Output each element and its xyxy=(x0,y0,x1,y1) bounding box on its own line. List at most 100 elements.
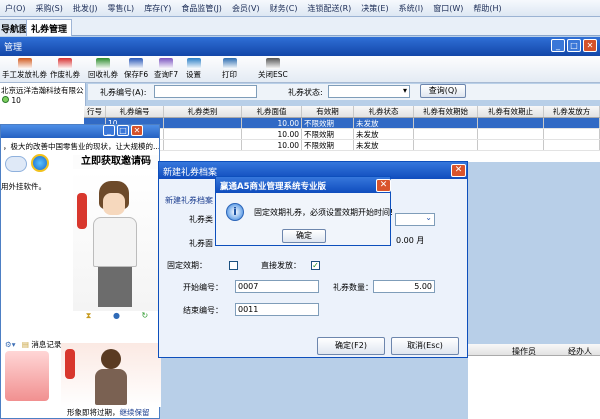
query-button[interactable]: 查询(Q) xyxy=(420,84,466,98)
close-button[interactable]: ✕ xyxy=(451,164,466,177)
refresh-icon[interactable]: ↻ xyxy=(142,311,149,325)
toolbar-button-2[interactable]: 回收礼券 xyxy=(88,58,118,80)
toolbar-icon xyxy=(222,58,237,69)
table-row[interactable]: 1010.00不限效期未发放 xyxy=(84,129,600,140)
coupon-status-label: 礼券状态: xyxy=(288,88,323,97)
logo-icon[interactable] xyxy=(31,154,49,172)
toolbar-button-7[interactable]: 关闭ESC xyxy=(258,58,288,80)
toolbar-button-label: 打印 xyxy=(222,70,237,79)
menu-item-6[interactable]: 会员(V) xyxy=(227,3,265,14)
coupon-type-select[interactable]: ⌄ xyxy=(395,213,435,226)
menu-item-12[interactable]: 帮助(H) xyxy=(468,3,506,14)
menu-item-4[interactable]: 库存(Y) xyxy=(139,3,176,14)
minimize-button[interactable]: _ xyxy=(103,125,115,136)
table-cell xyxy=(414,129,478,139)
menu-item-2[interactable]: 批发(J) xyxy=(68,3,103,14)
expire-notice: 形象即将过期，继续保留 xyxy=(67,408,150,417)
toolbar-button-label: 关闭ESC xyxy=(258,70,288,79)
minimize-button[interactable]: _ xyxy=(551,39,565,52)
coupon-code-input[interactable] xyxy=(154,85,257,98)
end-number-input[interactable]: 0011 xyxy=(235,303,319,316)
menu-item-0[interactable]: 户(O) xyxy=(0,3,31,14)
menu-item-7[interactable]: 财务(C) xyxy=(265,3,303,14)
column-header[interactable]: 行号 xyxy=(84,106,106,117)
close-button[interactable]: ✕ xyxy=(376,179,391,192)
avatar-tools: ⧗ ● ↻ xyxy=(75,311,159,325)
table-cell: 不限效期 xyxy=(302,129,354,139)
close-button[interactable]: ✕ xyxy=(583,39,597,52)
menu-item-3[interactable]: 零售(L) xyxy=(102,3,139,14)
table-cell xyxy=(414,140,478,150)
direct-issue-checkbox[interactable]: ✓ xyxy=(311,261,320,270)
avatar-promo[interactable] xyxy=(61,343,161,407)
person-icon[interactable]: ● xyxy=(113,311,120,325)
face-value-field[interactable]: 0.00 月 xyxy=(396,235,424,246)
history-icon[interactable]: ▤ xyxy=(22,340,29,349)
toolbar-button-3[interactable]: 保存F6 xyxy=(124,58,148,80)
toolbar-button-4[interactable]: 查询F7 xyxy=(154,58,178,80)
table-cell xyxy=(544,140,600,150)
settings-icon[interactable]: ⚙▾ xyxy=(5,340,16,349)
quantity-label: 礼券数量： xyxy=(333,283,373,292)
renew-link[interactable]: 继续保留 xyxy=(120,408,150,417)
column-header[interactable]: 礼券类别 xyxy=(164,106,242,117)
message-history-link[interactable]: 消息记录 xyxy=(31,340,61,349)
confirm-button[interactable]: 确定(F2) xyxy=(317,337,385,355)
maximize-button[interactable]: □ xyxy=(567,39,581,52)
toolbar-button-6[interactable]: 打印 xyxy=(222,58,237,80)
table-cell xyxy=(414,118,478,128)
table-row[interactable]: 1010.00不限效期未发放 xyxy=(84,140,600,151)
fixed-term-checkbox[interactable] xyxy=(229,261,238,270)
close-button[interactable]: ✕ xyxy=(131,125,143,136)
column-header[interactable]: 礼券有效期始 xyxy=(414,106,478,117)
messenger-window[interactable]: _ □ ✕ ，极大的改善中国零售业的现状，让大规模的... 用外挂软件。 立即获… xyxy=(0,124,161,419)
invite-banner[interactable]: 立即获取邀请码 xyxy=(73,155,159,169)
table-cell: 未发放 xyxy=(354,118,414,128)
emoji-icon[interactable] xyxy=(5,156,27,172)
toolbar-button-5[interactable]: 设置 xyxy=(186,58,201,80)
grid-header: 行号 礼券编号 礼券类别 礼券面值 有效期 礼券状态 礼券有效期始 礼券有效期止 礼券发放方 xyxy=(84,106,600,118)
detail-grid: 操作员 经办人 xyxy=(468,344,600,419)
messenger-title-bar: _ □ ✕ xyxy=(1,125,159,138)
coupon-status-select[interactable]: ▾ xyxy=(328,85,410,98)
alert-dialog: 赢通A5商业管理系统专业版 ✕ i 固定效期礼券，必须设置效期开始时间! 确定 xyxy=(215,176,393,246)
maximize-button[interactable]: □ xyxy=(117,125,129,136)
menu-item-1[interactable]: 采购(S) xyxy=(31,3,68,14)
hourglass-icon[interactable]: ⧗ xyxy=(86,311,92,325)
company-node[interactable]: 北京远洋浩瀚科技有限公 xyxy=(1,85,85,96)
toolbar-button-0[interactable]: 手工发放礼券 xyxy=(2,58,47,80)
detail-grid-header: 操作员 经办人 xyxy=(468,344,600,356)
toolbar-button-label: 手工发放礼券 xyxy=(2,70,47,79)
avatar[interactable] xyxy=(73,171,159,311)
cancel-button[interactable]: 取消(Esc) xyxy=(391,337,459,355)
alert-ok-button[interactable]: 确定 xyxy=(282,229,326,243)
toolbar-button-1[interactable]: 作废礼券 xyxy=(50,58,80,80)
table-row[interactable]: 1010.00不限效期未发放 xyxy=(84,118,600,129)
column-header[interactable]: 有效期 xyxy=(302,106,354,117)
coupon-grid: 行号 礼券编号 礼券类别 礼券面值 有效期 礼券状态 礼券有效期始 礼券有效期止 礼券发放方 1… xyxy=(84,106,600,162)
toolbar-button-label: 设置 xyxy=(186,70,201,79)
coupon-type-label: 礼券类 xyxy=(189,215,213,224)
column-header[interactable]: 礼券面值 xyxy=(242,106,302,117)
quantity-input[interactable]: 5.00 xyxy=(373,280,435,293)
menu-item-8[interactable]: 连锁配送(R) xyxy=(302,3,356,14)
news-text[interactable]: ，极大的改善中国零售业的现状，让大规模的... xyxy=(3,141,159,152)
tab-coupon-management[interactable]: 礼券管理 xyxy=(26,19,73,36)
chevron-down-icon: ▾ xyxy=(402,86,407,95)
count-node: 10 xyxy=(2,96,21,105)
column-header[interactable]: 礼券状态 xyxy=(354,106,414,117)
column-header[interactable]: 礼券有效期止 xyxy=(478,106,544,117)
menu-item-9[interactable]: 决策(E) xyxy=(356,3,393,14)
chevron-down-icon: ⌄ xyxy=(425,213,432,222)
menu-item-11[interactable]: 窗口(W) xyxy=(428,3,468,14)
menu-item-5[interactable]: 食品监管(J) xyxy=(176,3,227,14)
column-header[interactable]: 礼券编号 xyxy=(106,106,164,117)
table-cell: 10.00 xyxy=(242,129,302,139)
menu-item-10[interactable]: 系统(I) xyxy=(394,3,429,14)
gift-icon[interactable] xyxy=(5,351,49,401)
coupon-code-label: 礼券编号(A): xyxy=(100,88,147,97)
operator-column: 操作员 xyxy=(512,347,536,356)
column-header[interactable]: 礼券发放方 xyxy=(544,106,600,117)
start-number-input[interactable]: 0007 xyxy=(235,280,319,293)
start-number-label: 开始编号： xyxy=(183,283,223,292)
